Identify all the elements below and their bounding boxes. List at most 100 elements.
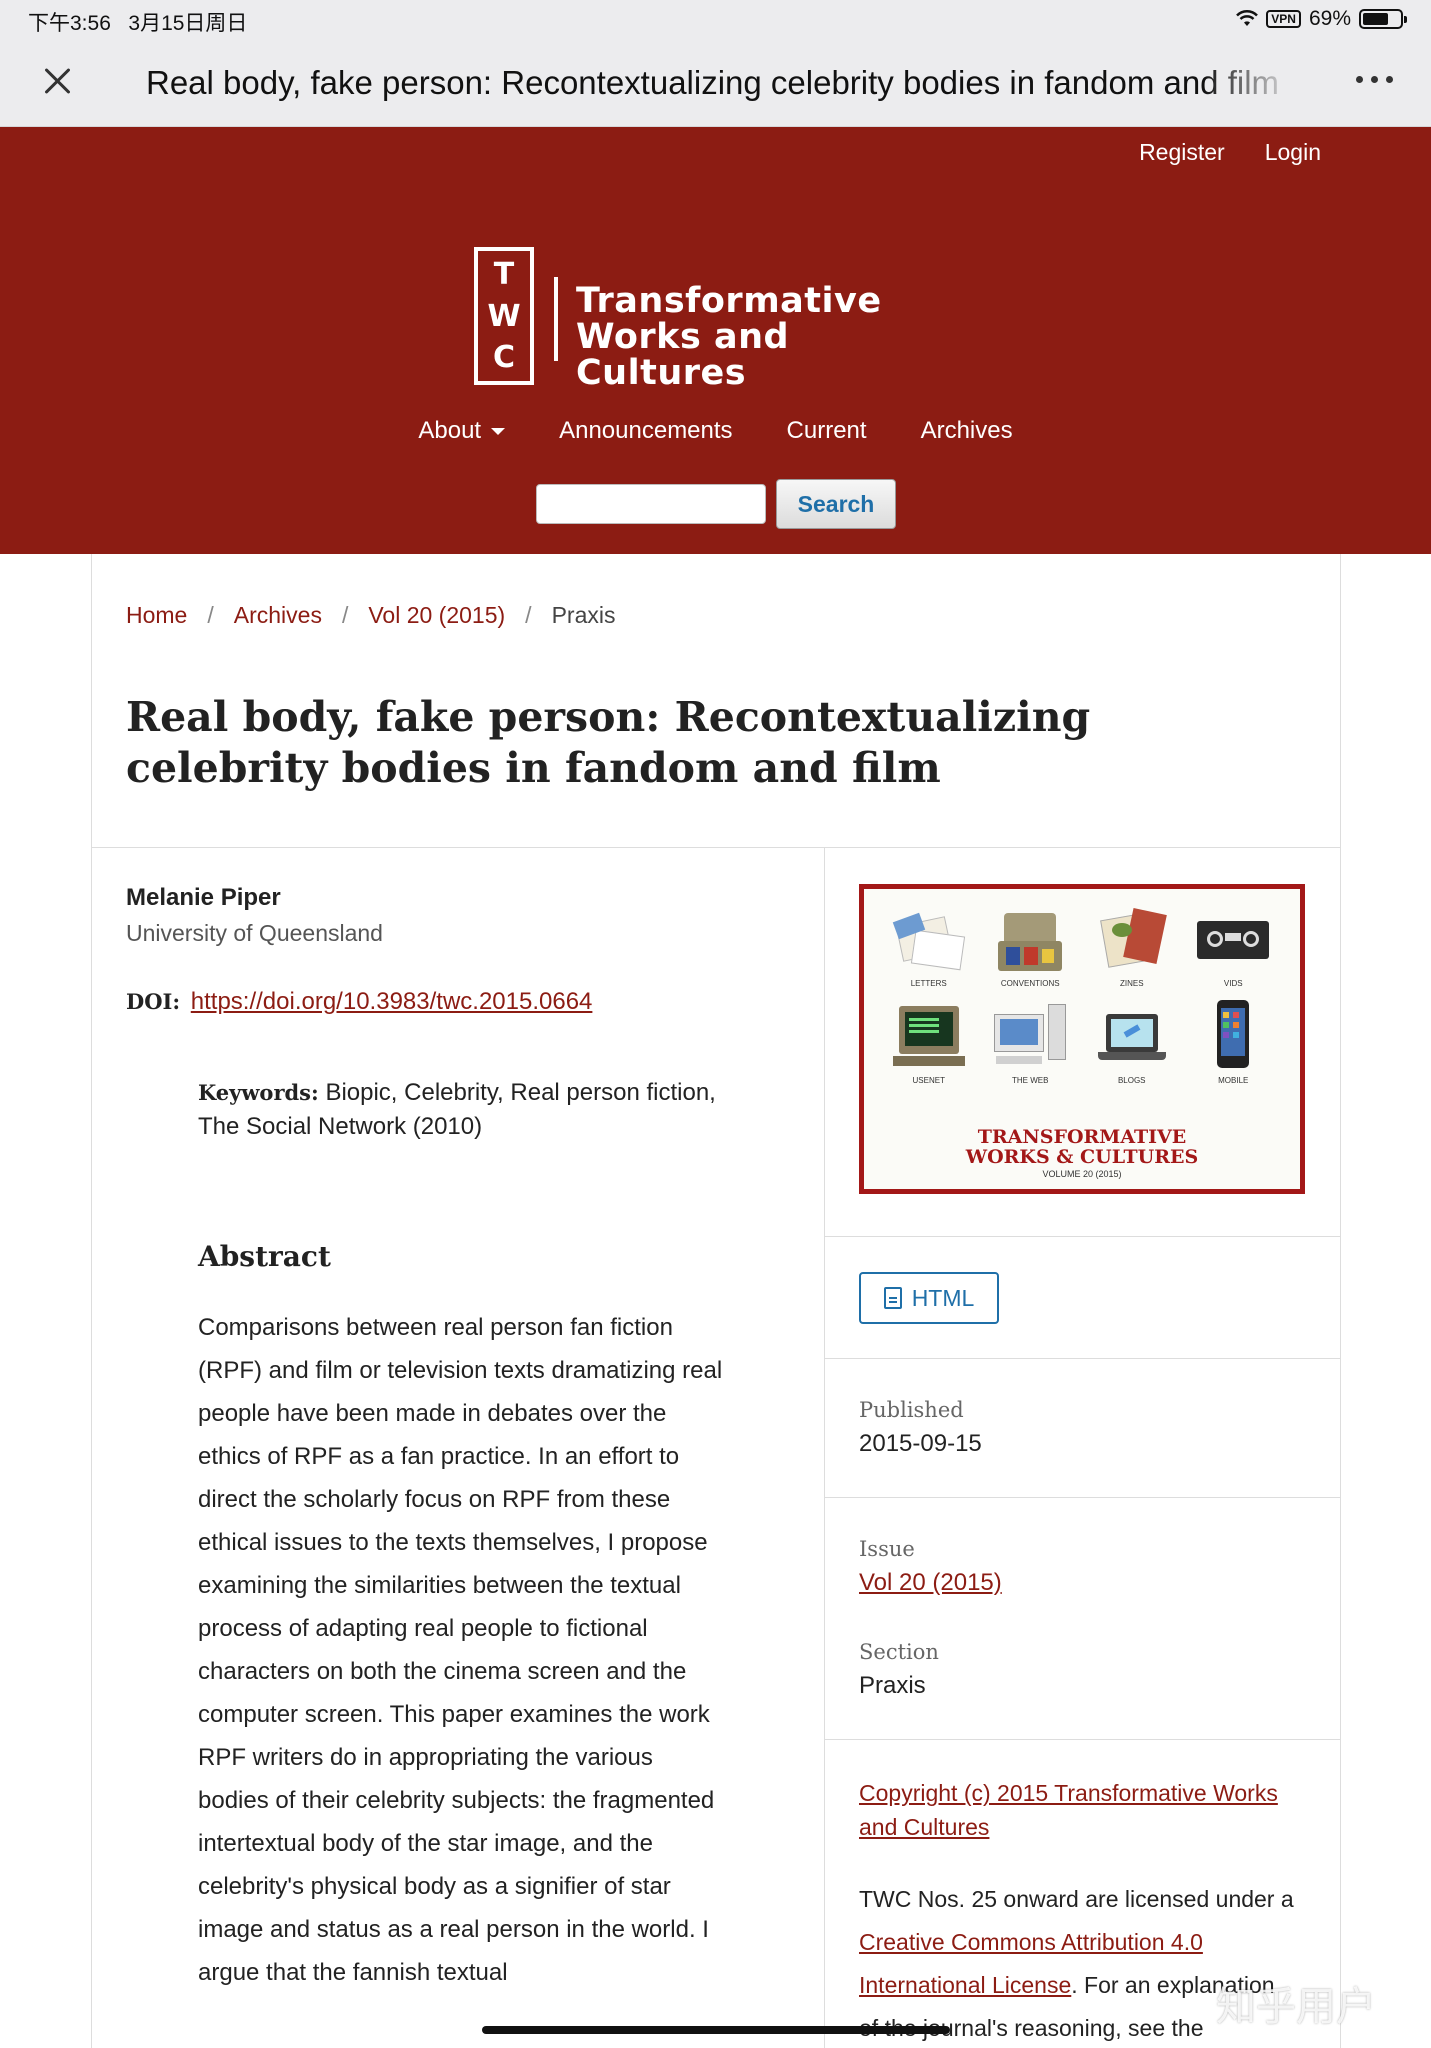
author-affiliation: University of Queensland xyxy=(126,920,383,946)
page-title: Real body, fake person: Recontextualizin… xyxy=(126,693,1091,792)
caret-down-icon xyxy=(491,428,506,436)
nav-archives[interactable]: Archives xyxy=(921,417,1013,445)
breadcrumb-home[interactable]: Home xyxy=(126,602,187,629)
status-icons: VPN 69% xyxy=(1236,7,1407,31)
article-card: Home / Archives / Vol 20 (2015) / Praxis… xyxy=(91,554,1341,2048)
breadcrumb-separator: / xyxy=(525,602,532,628)
issue-label: Issue xyxy=(859,1537,915,1561)
wifi-icon xyxy=(1236,10,1259,26)
cover-caption: BLOGS xyxy=(1117,1076,1146,1085)
issue-cover-image[interactable]: LETTERS CONVENTIONS ZINES VIDS USENET TH… xyxy=(859,884,1305,1194)
license-text-1: TWC Nos. 25 onward are licensed under a xyxy=(859,1886,1294,1912)
breadcrumb-current: Praxis xyxy=(551,602,616,628)
cover-illustrations: LETTERS CONVENTIONS ZINES VIDS USENET TH… xyxy=(878,903,1284,1085)
logo-divider xyxy=(554,277,558,361)
divider xyxy=(825,1497,1340,1498)
laptop-icon xyxy=(1092,1000,1172,1072)
doi-label: DOI: xyxy=(126,989,181,1014)
browser-title-bar: Real body, fake person: Recontextualizin… xyxy=(0,40,1431,127)
close-icon[interactable] xyxy=(40,64,74,98)
logo-letter: T xyxy=(493,257,515,293)
nav-about-label: About xyxy=(418,417,482,444)
breadcrumb-archives[interactable]: Archives xyxy=(234,602,322,629)
cover-caption: LETTERS xyxy=(910,979,947,988)
file-icon xyxy=(883,1287,902,1309)
issue-value: Vol 20 (2015) xyxy=(859,1569,1002,1597)
terminal-icon xyxy=(889,1000,969,1072)
logo-mark: T W C xyxy=(474,247,534,385)
cover-title-line: TRANSFORMATIVE xyxy=(977,1126,1187,1148)
user-links: Register Login xyxy=(1139,139,1321,166)
breadcrumb-separator: / xyxy=(207,602,214,628)
nav-current[interactable]: Current xyxy=(787,417,867,445)
nav-about[interactable]: About xyxy=(418,417,506,445)
watermark: 知乎用户 xyxy=(1216,1984,1376,2030)
search-input[interactable] xyxy=(536,484,766,524)
published-label: Published xyxy=(859,1398,964,1422)
keywords-label: Keywords: xyxy=(198,1080,319,1105)
cover-title-line: WORKS & CULTURES xyxy=(965,1146,1199,1168)
battery-percent: 69% xyxy=(1308,7,1351,30)
suitcase-icon xyxy=(990,903,1070,975)
smartphone-icon xyxy=(1193,1000,1273,1072)
browser-title: Real body, fake person: Recontextualizin… xyxy=(146,64,1280,101)
divider xyxy=(92,847,1340,848)
battery-fill xyxy=(1363,13,1388,25)
doi-link[interactable]: https://doi.org/10.3983/twc.2015.0664 xyxy=(191,988,593,1015)
cover-item: MOBILE xyxy=(1183,1000,1285,1085)
main-nav: About Announcements Current Archives xyxy=(0,417,1431,445)
cover-item: CONVENTIONS xyxy=(980,903,1082,988)
breadcrumb-separator: / xyxy=(341,602,349,628)
logo-name-line: Transformative xyxy=(576,281,882,321)
vpn-badge: VPN xyxy=(1266,10,1301,28)
login-link[interactable]: Login xyxy=(1265,139,1321,166)
search-button[interactable]: Search xyxy=(776,479,896,529)
search-form: Search xyxy=(536,479,896,529)
site-header: Register Login T W C Transformative Work… xyxy=(0,127,1431,554)
vhs-tape-icon xyxy=(1193,903,1273,975)
cover-volume: VOLUME 20 (2015) xyxy=(1042,1169,1122,1179)
battery-icon xyxy=(1359,9,1407,29)
home-indicator[interactable] xyxy=(482,2026,950,2034)
breadcrumb-issue[interactable]: Vol 20 (2015) xyxy=(368,602,505,629)
cover-item: USENET xyxy=(878,1000,980,1085)
divider xyxy=(825,1739,1340,1740)
register-link[interactable]: Register xyxy=(1139,139,1225,166)
status-date: 3月15日周日 xyxy=(128,12,248,35)
abstract-heading: Abstract xyxy=(198,1240,331,1273)
cover-item: THE WEB xyxy=(980,1000,1082,1085)
letters-icon xyxy=(889,903,969,975)
cover-caption: CONVENTIONS xyxy=(1000,979,1060,988)
site-logo[interactable]: T W C Transformative Works and Cultures xyxy=(474,247,954,391)
desktop-computer-icon xyxy=(990,1000,1070,1072)
breadcrumb: Home / Archives / Vol 20 (2015) / Praxis xyxy=(126,602,615,629)
html-galley-label: HTML xyxy=(911,1284,975,1311)
zines-icon xyxy=(1092,903,1172,975)
keywords: Keywords: Biopic, Celebrity, Real person… xyxy=(198,1076,718,1144)
column-divider xyxy=(824,847,825,2048)
cover-item: BLOGS xyxy=(1081,1000,1183,1085)
cover-item: VIDS xyxy=(1183,903,1285,988)
divider xyxy=(825,1236,1340,1237)
status-time: 下午3:56 xyxy=(28,12,111,35)
nav-announcements[interactable]: Announcements xyxy=(559,417,732,445)
cover-caption: USENET xyxy=(912,1076,945,1085)
copyright: Copyright (c) 2015 Transformative Works … xyxy=(859,1776,1299,1844)
issue-link[interactable]: Vol 20 (2015) xyxy=(859,1569,1002,1596)
status-time-date: 下午3:56 3月15日周日 xyxy=(28,7,247,37)
doi: DOI: https://doi.org/10.3983/twc.2015.06… xyxy=(126,988,592,1016)
section-label: Section xyxy=(859,1640,939,1664)
logo-name: Transformative Works and Cultures xyxy=(576,283,954,391)
more-options-icon[interactable] xyxy=(1356,76,1393,83)
cover-caption: VIDS xyxy=(1223,979,1243,988)
published-date: 2015-09-15 xyxy=(859,1430,982,1457)
divider xyxy=(825,1358,1340,1359)
copyright-link[interactable]: Copyright (c) 2015 Transformative Works … xyxy=(859,1780,1278,1840)
logo-letter: C xyxy=(492,339,516,375)
cover-title: TRANSFORMATIVE WORKS & CULTURES xyxy=(864,1127,1300,1167)
cover-caption: ZINES xyxy=(1119,979,1144,988)
section-value: Praxis xyxy=(859,1672,926,1699)
cover-caption: MOBILE xyxy=(1218,1076,1249,1085)
abstract-text: Comparisons between real person fan fict… xyxy=(198,1314,723,1986)
html-galley-button[interactable]: HTML xyxy=(859,1272,999,1324)
